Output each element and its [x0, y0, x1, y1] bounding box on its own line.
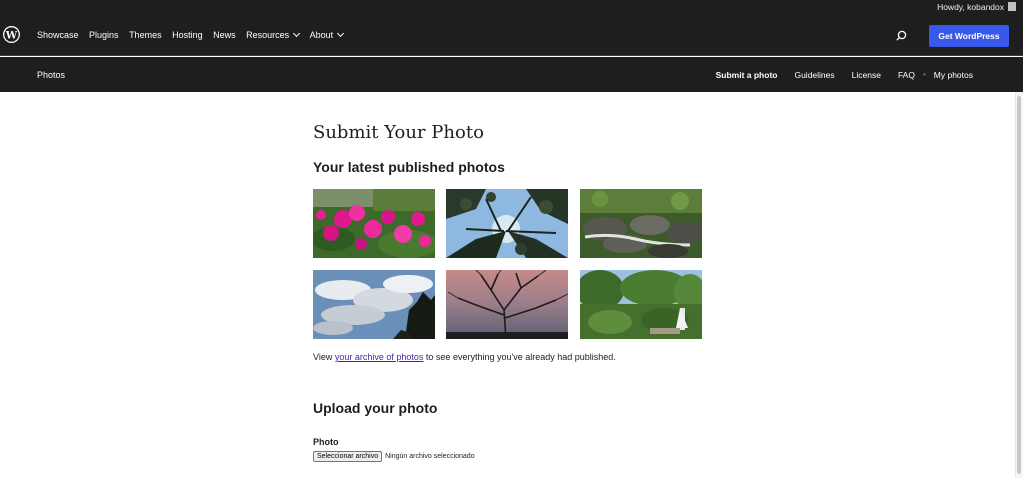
photo-thumbnail-6[interactable] — [580, 270, 702, 339]
nav-item-plugins[interactable]: Plugins — [89, 30, 119, 40]
chevron-down-icon — [337, 29, 345, 37]
photo-thumbnail-5[interactable] — [446, 270, 568, 339]
bare-tree-dusk-image — [446, 270, 568, 339]
local-nav-my-photos[interactable]: My photos — [934, 70, 973, 80]
photo-thumbnail-1[interactable] — [313, 189, 435, 258]
separator-dot: • — [922, 70, 926, 79]
local-nav-guidelines[interactable]: Guidelines — [794, 70, 834, 80]
nav-item-about[interactable]: About — [309, 29, 345, 40]
archive-note-post: to see everything you've already had pub… — [423, 352, 616, 362]
nav-item-showcase[interactable]: Showcase — [37, 30, 79, 40]
garden-shrubs-image — [580, 270, 702, 339]
howdy-text: Howdy, kobandox — [937, 1, 1004, 12]
archive-note-pre: View — [313, 352, 335, 362]
wordpress-logo-icon[interactable]: W — [3, 26, 20, 43]
search-icon[interactable] — [893, 28, 909, 44]
nav-item-themes[interactable]: Themes — [129, 30, 162, 40]
archive-link[interactable]: your archive of photos — [335, 352, 424, 362]
tree-canopy-image — [446, 189, 568, 258]
account-menu[interactable]: Howdy, kobandox — [937, 0, 1016, 13]
nav-item-label: Showcase — [37, 29, 79, 40]
chevron-down-icon — [293, 29, 301, 37]
latest-photos-heading: Your latest published photos — [313, 159, 505, 175]
photo-file-input: Seleccionar archivo Ningún archivo selec… — [313, 451, 475, 462]
photo-thumbnail-2[interactable] — [446, 189, 568, 258]
photo-field-label: Photo — [313, 437, 339, 447]
upload-heading: Upload your photo — [313, 400, 438, 416]
nav-item-hosting[interactable]: Hosting — [172, 30, 203, 40]
global-header: W Showcase Plugins Themes Hosting News R… — [0, 13, 1023, 56]
nav-item-label: Themes — [129, 29, 162, 40]
choose-file-button[interactable]: Seleccionar archivo — [313, 451, 383, 462]
nav-item-label: About — [309, 29, 334, 40]
svg-text:W: W — [5, 29, 18, 41]
nav-item-label: News — [213, 29, 236, 40]
avatar — [1008, 2, 1016, 11]
page-title: Submit Your Photo — [313, 122, 484, 143]
local-nav-menu: Submit a photo Guidelines License FAQ • … — [699, 57, 973, 92]
photo-thumbnail-3[interactable] — [580, 189, 702, 258]
nav-item-label: Plugins — [89, 29, 119, 40]
global-nav: Showcase Plugins Themes Hosting News Res… — [37, 13, 354, 56]
pink-flowers-image — [313, 189, 435, 258]
file-status-text: Ningún archivo seleccionado — [385, 453, 475, 460]
nav-item-news[interactable]: News — [213, 30, 236, 40]
clouds-sky-image — [313, 270, 435, 339]
get-wordpress-button[interactable]: Get WordPress — [929, 25, 1009, 47]
local-nav-title[interactable]: Photos — [37, 57, 65, 92]
admin-bar: Howdy, kobandox — [0, 0, 1023, 13]
nav-item-label: Hosting — [172, 29, 203, 40]
local-nav-license[interactable]: License — [852, 70, 881, 80]
local-nav-faq[interactable]: FAQ — [898, 70, 915, 80]
nav-item-resources[interactable]: Resources — [246, 29, 301, 40]
rocks-stream-image — [580, 189, 702, 258]
archive-note: View your archive of photos to see every… — [313, 352, 616, 362]
nav-item-label: Resources — [246, 29, 290, 40]
scrollbar-thumb[interactable] — [1017, 96, 1021, 474]
local-nav-submit-photo[interactable]: Submit a photo — [716, 70, 778, 80]
photo-thumbnail-4[interactable] — [313, 270, 435, 339]
local-nav: Photos Submit a photo Guidelines License… — [0, 57, 1023, 92]
